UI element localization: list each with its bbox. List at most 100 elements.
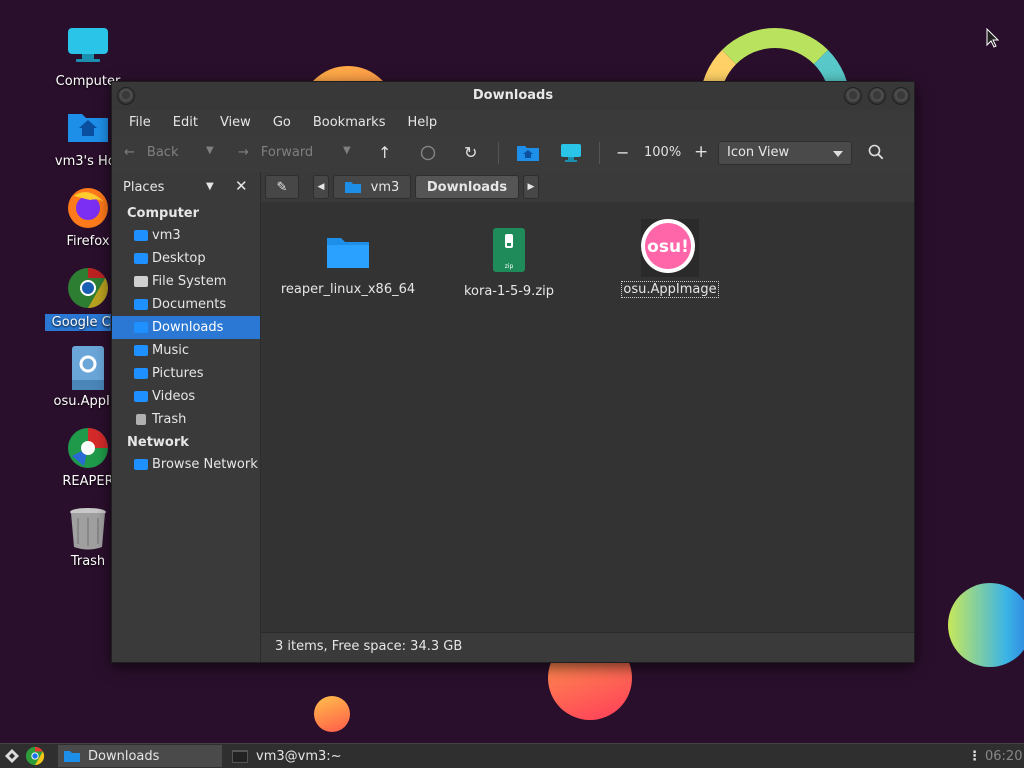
zoom-level: 100%: [644, 145, 682, 160]
view-mode-select[interactable]: Icon View: [718, 141, 852, 165]
path-scroll-left-button[interactable]: ◀: [313, 175, 329, 199]
stop-button[interactable]: [420, 145, 436, 161]
menu-go[interactable]: Go: [262, 115, 302, 130]
desktop-icon-computer[interactable]: Computer: [45, 26, 131, 89]
toolbar-separator: [498, 142, 499, 164]
trash-icon: [136, 414, 146, 425]
appimage-icon: [66, 346, 110, 390]
toolbar-separator: [599, 142, 600, 164]
plus-icon: +: [694, 142, 709, 162]
window-menu-button[interactable]: [117, 87, 135, 105]
folder-icon: [327, 238, 369, 268]
path-segment-downloads[interactable]: Downloads: [415, 175, 519, 199]
menu-help[interactable]: Help: [396, 115, 448, 130]
sidebar-item-downloads[interactable]: Downloads: [112, 316, 260, 339]
toolbar: ← Back ▼ → Forward ▼ ↑ ↻ − 100% + Icon V…: [112, 134, 914, 172]
sidebar-item-vm3[interactable]: vm3: [112, 224, 260, 247]
chevron-down-icon: ▼: [206, 145, 214, 156]
videos-folder-icon: [134, 391, 148, 402]
places-sidebar: Places ▼ ✕ Computer vm3 Desktop File Sys…: [112, 172, 261, 662]
download-folder-icon: [134, 322, 148, 333]
sidebar-item-music[interactable]: Music: [112, 339, 260, 362]
status-bar: 3 items, Free space: 34.3 GB: [261, 632, 914, 662]
home-folder-icon: [66, 106, 110, 150]
path-segment-vm3[interactable]: vm3: [333, 175, 411, 199]
drive-icon: [134, 276, 148, 287]
sidebar-item-pictures[interactable]: Pictures: [112, 362, 260, 385]
up-button[interactable]: ↑: [378, 143, 391, 162]
path-bar: ✎ ◀ vm3 Downloads ▶: [261, 172, 914, 202]
arrow-left-icon: ←: [124, 145, 135, 160]
task-terminal[interactable]: vm3@vm3:~: [226, 745, 386, 767]
file-item[interactable]: osu! osu.AppImage: [600, 218, 740, 298]
folder-icon: [64, 751, 80, 762]
arrow-up-icon: ↑: [378, 143, 392, 162]
pictures-folder-icon: [134, 368, 148, 379]
maximize-button[interactable]: [868, 87, 886, 105]
network-folder-icon: [134, 459, 148, 470]
file-view[interactable]: reaper_linux_x86_64 zip kora-1-5-9.zip o…: [261, 202, 914, 632]
sidebar-item-browse-network[interactable]: Browse Network: [112, 453, 260, 476]
menu-file[interactable]: File: [118, 115, 162, 130]
reload-button[interactable]: ↻: [464, 143, 477, 162]
chevron-right-icon: ▶: [527, 182, 535, 192]
sidebar-item-file-system[interactable]: File System: [112, 270, 260, 293]
app-menu-icon: [5, 749, 19, 763]
monitor-icon: [66, 26, 110, 70]
sidebar-section-network: Network: [127, 435, 189, 450]
wallpaper-ball-gradient: [948, 583, 1024, 667]
zoom-out-button[interactable]: −: [616, 143, 629, 162]
mouse-cursor-icon: [986, 28, 1000, 48]
menu-edit[interactable]: Edit: [162, 115, 209, 130]
back-button[interactable]: ← Back: [124, 145, 178, 160]
file-manager-window: Downloads File Edit View Go Bookmarks He…: [111, 81, 915, 663]
file-item[interactable]: reaper_linux_x86_64: [278, 232, 418, 297]
monitor-icon: [561, 144, 581, 162]
toggle-location-button[interactable]: ✎: [265, 175, 299, 199]
stop-icon: [420, 145, 436, 161]
home-folder-icon: [517, 146, 539, 161]
folder-icon: [134, 253, 148, 264]
computer-button[interactable]: [560, 143, 582, 163]
back-history-dropdown[interactable]: ▼: [206, 145, 214, 156]
taskbar-menu-icon[interactable]: ⋮: [968, 745, 981, 767]
menu-view[interactable]: View: [209, 115, 262, 130]
file-item[interactable]: zip kora-1-5-9.zip: [439, 226, 579, 299]
zip-archive-icon: zip: [493, 228, 525, 272]
sidebar-item-documents[interactable]: Documents: [112, 293, 260, 316]
close-sidebar-icon[interactable]: ✕: [235, 177, 248, 195]
minus-icon: −: [616, 143, 630, 162]
task-downloads[interactable]: Downloads: [58, 745, 222, 767]
minimize-button[interactable]: [844, 87, 862, 105]
terminal-icon: [232, 749, 248, 763]
chrome-icon: [66, 266, 110, 310]
close-button[interactable]: [892, 87, 910, 105]
path-scroll-right-button[interactable]: ▶: [523, 175, 539, 199]
taskbar: Downloads vm3@vm3:~ ⋮ 06:20: [0, 743, 1024, 768]
forward-history-dropdown[interactable]: ▼: [343, 145, 351, 156]
sidebar-item-trash[interactable]: Trash: [112, 408, 260, 431]
window-titlebar[interactable]: Downloads: [112, 82, 914, 110]
chevron-left-icon: ◀: [317, 182, 325, 192]
osu-icon: osu!: [641, 219, 699, 277]
forward-button[interactable]: → Forward: [238, 145, 313, 160]
home-folder-icon: [134, 230, 148, 241]
sidebar-item-videos[interactable]: Videos: [112, 385, 260, 408]
home-button[interactable]: [516, 144, 540, 162]
menu-bookmarks[interactable]: Bookmarks: [302, 115, 397, 130]
pencil-icon: ✎: [276, 179, 288, 195]
app-menu-button[interactable]: [4, 745, 20, 767]
chevron-down-icon[interactable]: ▼: [206, 181, 214, 192]
chrome-launcher[interactable]: [25, 745, 47, 767]
sidebar-section-computer: Computer: [127, 206, 200, 221]
search-icon: [868, 144, 884, 160]
firefox-icon: [66, 186, 110, 230]
svg-text:zip: zip: [505, 263, 514, 270]
sidebar-item-desktop[interactable]: Desktop: [112, 247, 260, 270]
window-title: Downloads: [472, 88, 554, 103]
window-body: Places ▼ ✕ Computer vm3 Desktop File Sys…: [112, 172, 914, 662]
places-header[interactable]: Places ▼ ✕: [112, 172, 260, 202]
search-button[interactable]: [868, 144, 884, 160]
zoom-in-button[interactable]: +: [694, 142, 708, 162]
reaper-icon: [66, 426, 110, 470]
